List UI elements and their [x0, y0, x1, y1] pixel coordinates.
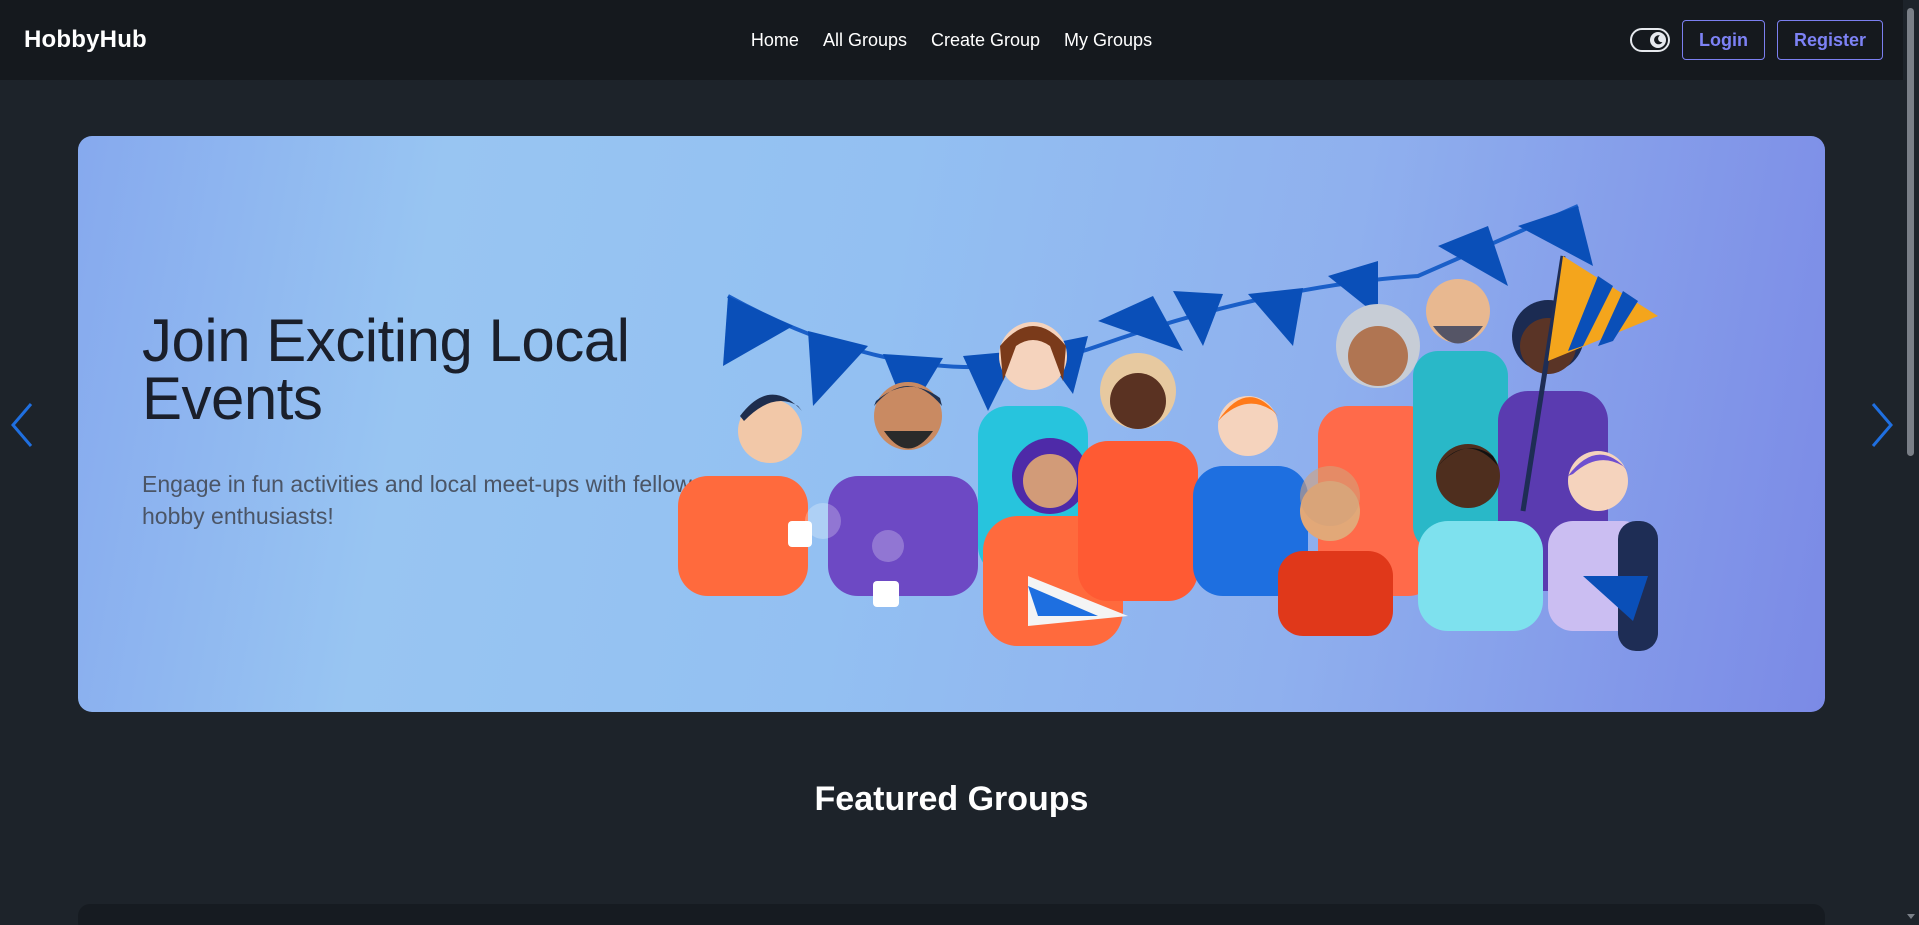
chevron-left-icon — [11, 403, 33, 447]
chevron-right-icon — [1871, 403, 1893, 447]
community-illustration — [678, 204, 1658, 651]
nav-home[interactable]: Home — [751, 30, 799, 51]
nav-my-groups[interactable]: My Groups — [1064, 30, 1152, 51]
register-button[interactable]: Register — [1776, 20, 1883, 60]
hero-slide: Join Exciting Local Events Engage in fun… — [78, 136, 1825, 712]
carousel-next-button[interactable] — [1862, 400, 1902, 450]
moon-icon — [1649, 32, 1666, 48]
hero-title: Join Exciting Local Events — [142, 307, 630, 432]
nav-all-groups[interactable]: All Groups — [823, 30, 907, 51]
hero-subtitle: Engage in fun activities and local meet-… — [142, 471, 692, 529]
featured-card-container — [78, 904, 1825, 925]
brand-logo[interactable]: HobbyHub — [24, 26, 147, 54]
login-button[interactable]: Login — [1681, 20, 1765, 60]
navbar: HobbyHub Home All Groups Create Group My… — [0, 0, 1903, 80]
nav-create-group[interactable]: Create Group — [931, 30, 1040, 51]
theme-toggle[interactable] — [1629, 28, 1670, 52]
carousel-prev-button[interactable] — [2, 400, 42, 450]
main-nav: Home All Groups Create Group My Groups — [0, 0, 1903, 80]
scrollbar[interactable] — [1903, 0, 1919, 925]
featured-groups-heading: Featured Groups — [814, 780, 1089, 818]
nav-actions: Login Register — [1629, 20, 1883, 60]
scrollbar-thumb[interactable] — [1907, 8, 1914, 456]
scroll-down-icon[interactable] — [1907, 914, 1915, 919]
